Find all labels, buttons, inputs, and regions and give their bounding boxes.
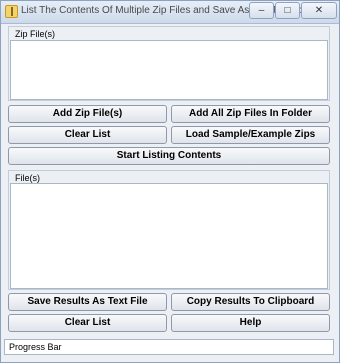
start-listing-contents-button[interactable]: Start Listing Contents [8,147,330,165]
copy-results-button[interactable]: Copy Results To Clipboard [171,293,330,311]
files-list[interactable] [10,183,328,289]
app-icon [5,5,18,18]
clear-list-bottom-button[interactable]: Clear List [8,314,167,332]
help-button[interactable]: Help [171,314,330,332]
add-zip-files-button[interactable]: Add Zip File(s) [8,105,167,123]
title-bar[interactable]: List The Contents Of Multiple Zip Files … [1,1,339,24]
minimize-button[interactable]: – [249,2,274,19]
files-label: File(s) [15,173,40,183]
add-all-zip-files-in-folder-button[interactable]: Add All Zip Files In Folder [171,105,330,123]
clear-list-top-button[interactable]: Clear List [8,126,167,144]
files-group: File(s) [8,170,330,290]
zip-files-label: Zip File(s) [15,29,55,39]
load-sample-zips-button[interactable]: Load Sample/Example Zips [171,126,330,144]
zip-files-group: Zip File(s) [8,26,330,101]
app-window: List The Contents Of Multiple Zip Files … [0,0,340,363]
zip-files-list[interactable] [10,40,328,100]
window-controls: – □ ✕ [249,2,337,19]
maximize-button[interactable]: □ [275,2,300,19]
save-results-button[interactable]: Save Results As Text File [8,293,167,311]
progress-bar: Progress Bar [4,339,334,355]
close-button[interactable]: ✕ [301,2,337,19]
